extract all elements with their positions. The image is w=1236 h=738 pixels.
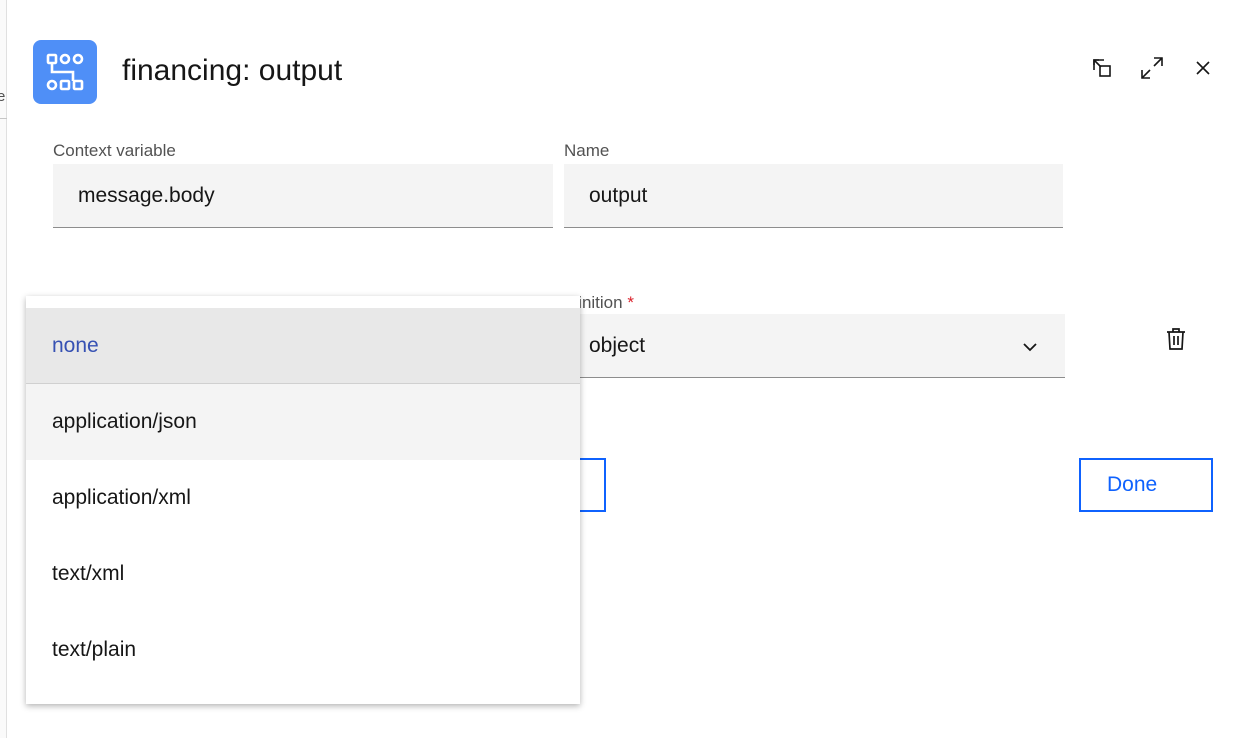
name-input[interactable]: output xyxy=(564,164,1063,228)
done-button[interactable]: Done xyxy=(1079,458,1213,512)
menu-item-text-plain[interactable]: text/plain xyxy=(26,612,580,688)
name-value: output xyxy=(589,183,648,207)
undock-icon xyxy=(1090,56,1114,85)
dialog-panel: e financing: output Context variable mes… xyxy=(0,0,1236,738)
chevron-down-icon xyxy=(1021,338,1039,362)
menu-item-application-xml[interactable]: application/xml xyxy=(26,460,580,536)
name-label: Name xyxy=(564,141,610,160)
definition-value: object xyxy=(589,333,646,357)
panel-title: financing: output xyxy=(122,54,343,87)
divider xyxy=(0,118,7,119)
close-icon xyxy=(1194,59,1212,82)
menu-padding xyxy=(26,296,580,308)
underlying-page-edge: e xyxy=(0,0,7,738)
expand-icon xyxy=(1139,55,1165,86)
underlying-text: e xyxy=(0,88,6,105)
menu-item-text-xml[interactable]: text/xml xyxy=(26,536,580,612)
context-variable-value: message.body xyxy=(78,183,215,207)
flow-diagram-icon xyxy=(33,40,97,104)
undock-button[interactable] xyxy=(1088,56,1116,84)
trash-icon xyxy=(1165,327,1187,356)
content-type-menu: none application/json application/xml te… xyxy=(26,296,580,704)
close-button[interactable] xyxy=(1189,56,1217,84)
menu-item-application-json[interactable]: application/json xyxy=(26,384,580,460)
required-mark: * xyxy=(627,293,634,312)
menu-item-none[interactable]: none xyxy=(26,308,580,384)
definition-select[interactable]: object xyxy=(564,314,1065,378)
expand-button[interactable] xyxy=(1138,56,1166,84)
delete-button[interactable] xyxy=(1163,327,1189,356)
context-variable-label: Context variable xyxy=(53,141,176,160)
context-variable-input[interactable]: message.body xyxy=(53,164,553,228)
